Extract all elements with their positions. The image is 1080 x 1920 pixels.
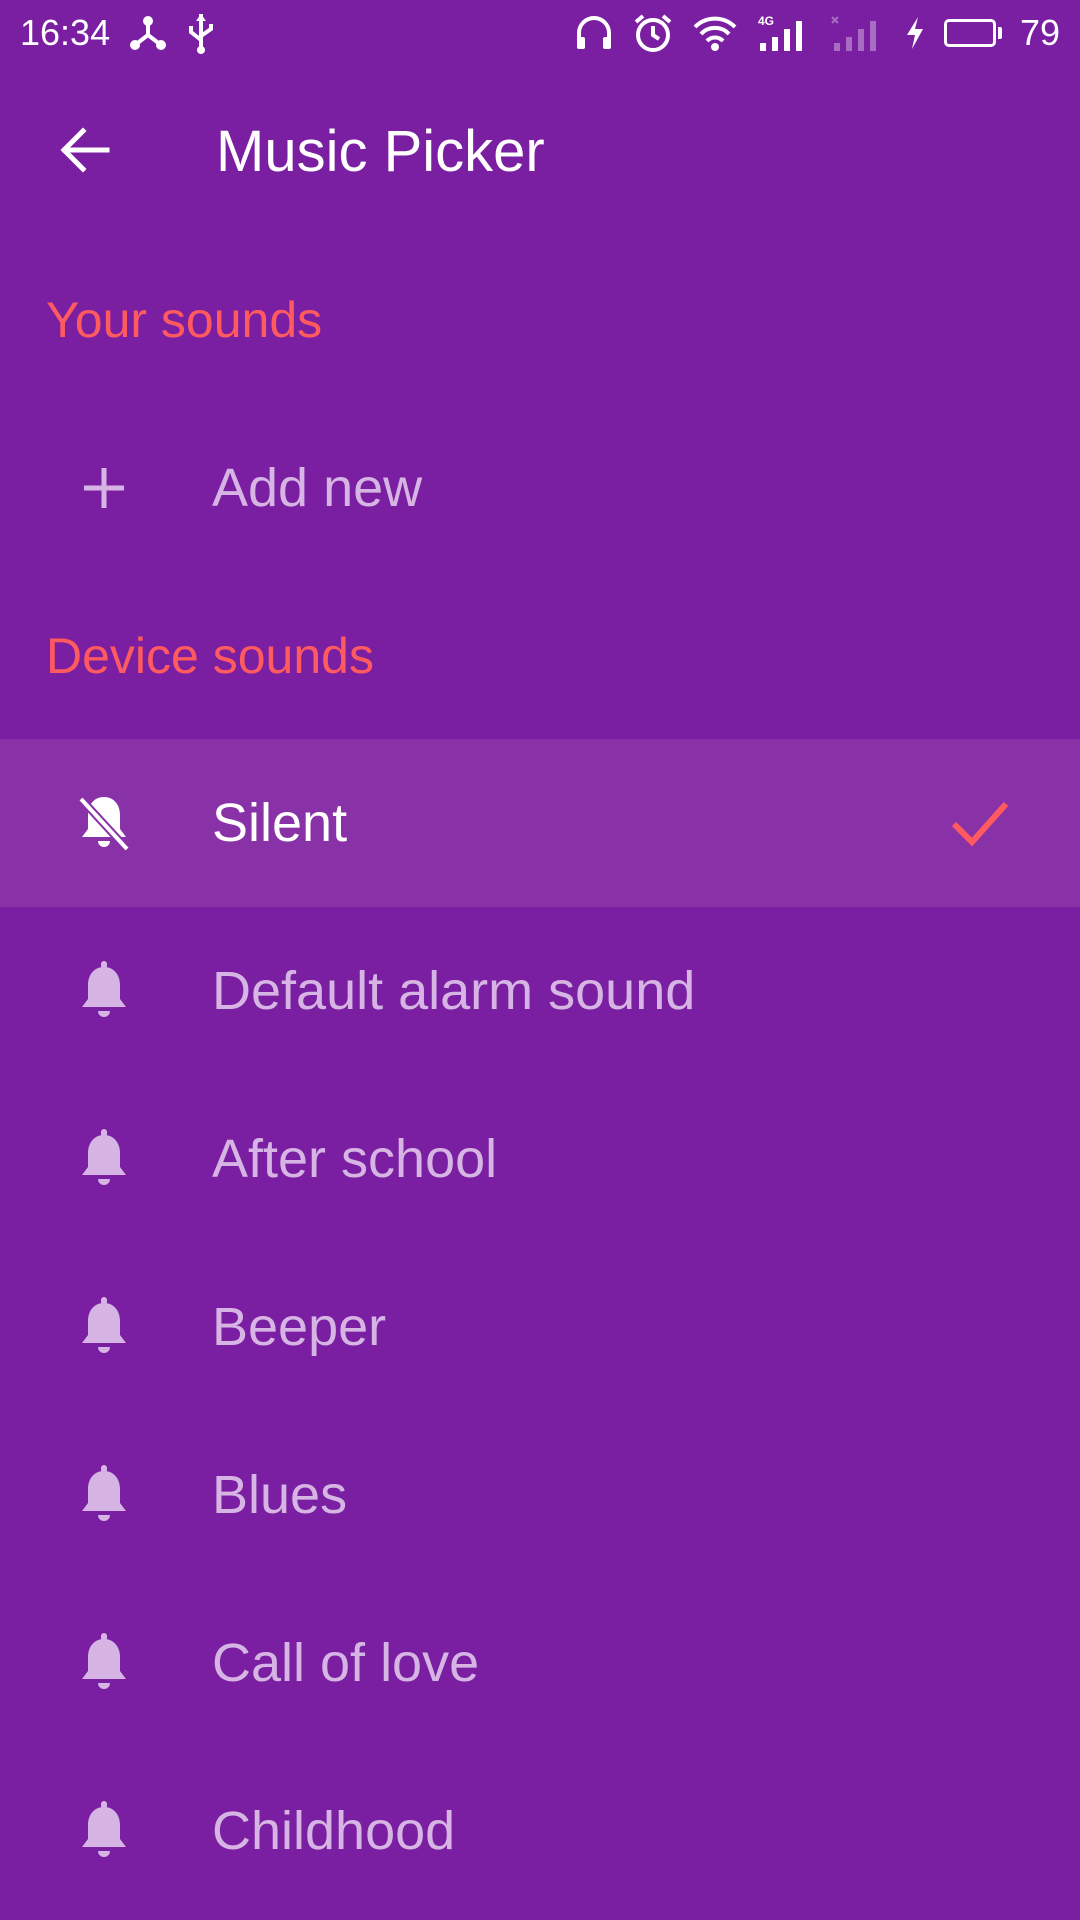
bell-icon (72, 1463, 136, 1527)
bell-icon (72, 1127, 136, 1191)
headphones-icon (574, 13, 614, 53)
bell-off-icon (72, 791, 136, 855)
list-item-silent[interactable]: Silent (0, 739, 1080, 907)
list-item-label: Silent (212, 793, 348, 853)
alarm-icon (632, 12, 674, 54)
page-title: Music Picker (216, 119, 545, 184)
list-item-label: Call of love (212, 1633, 480, 1693)
list-item-call-of-love[interactable]: Call of love (0, 1579, 1080, 1747)
app-bar: Music Picker (0, 66, 1080, 234)
list-item-label: Childhood (212, 1801, 456, 1861)
status-time: 16:34 (20, 12, 111, 53)
svg-text:4G: 4G (758, 14, 774, 28)
signal-4g-icon: 4G (756, 13, 812, 53)
list-item-after-school[interactable]: After school (0, 1075, 1080, 1243)
status-bar-left: 16:34 (20, 12, 216, 54)
list-item-label: Default alarm sound (212, 961, 696, 1021)
bell-icon (72, 1295, 136, 1359)
check-icon (948, 791, 1012, 855)
list-item-beeper[interactable]: Beeper (0, 1243, 1080, 1411)
arrow-back-icon (57, 123, 111, 182)
list-item-label: After school (212, 1129, 498, 1189)
bell-icon (72, 1631, 136, 1695)
charging-icon (904, 15, 926, 51)
section-header-device-sounds: Device sounds (46, 628, 374, 684)
wifi-icon (692, 13, 738, 53)
list-item-blues[interactable]: Blues (0, 1411, 1080, 1579)
status-bar-right: 4G 79 (574, 12, 1060, 54)
bell-icon (72, 959, 136, 1023)
list-item-label: Add new (212, 458, 423, 518)
status-bar: 16:34 4G 79 (0, 0, 1080, 66)
bell-icon (72, 1799, 136, 1863)
battery-level: 79 (1019, 12, 1060, 53)
usb-icon (186, 12, 216, 54)
list-item-default-alarm-sound[interactable]: Default alarm sound (0, 907, 1080, 1075)
share-icon (128, 13, 168, 53)
list-item-childhood[interactable]: Childhood (0, 1747, 1080, 1915)
battery-icon (943, 19, 1002, 47)
list-item-add-new[interactable]: Add new (0, 404, 1080, 572)
list-item-label: Blues (212, 1465, 348, 1525)
list-item-label: Beeper (212, 1297, 387, 1357)
section-header-your-sounds: Your sounds (46, 292, 323, 348)
signal-no-sim-icon (830, 13, 886, 53)
back-button[interactable] (48, 116, 120, 188)
plus-icon (72, 456, 136, 520)
